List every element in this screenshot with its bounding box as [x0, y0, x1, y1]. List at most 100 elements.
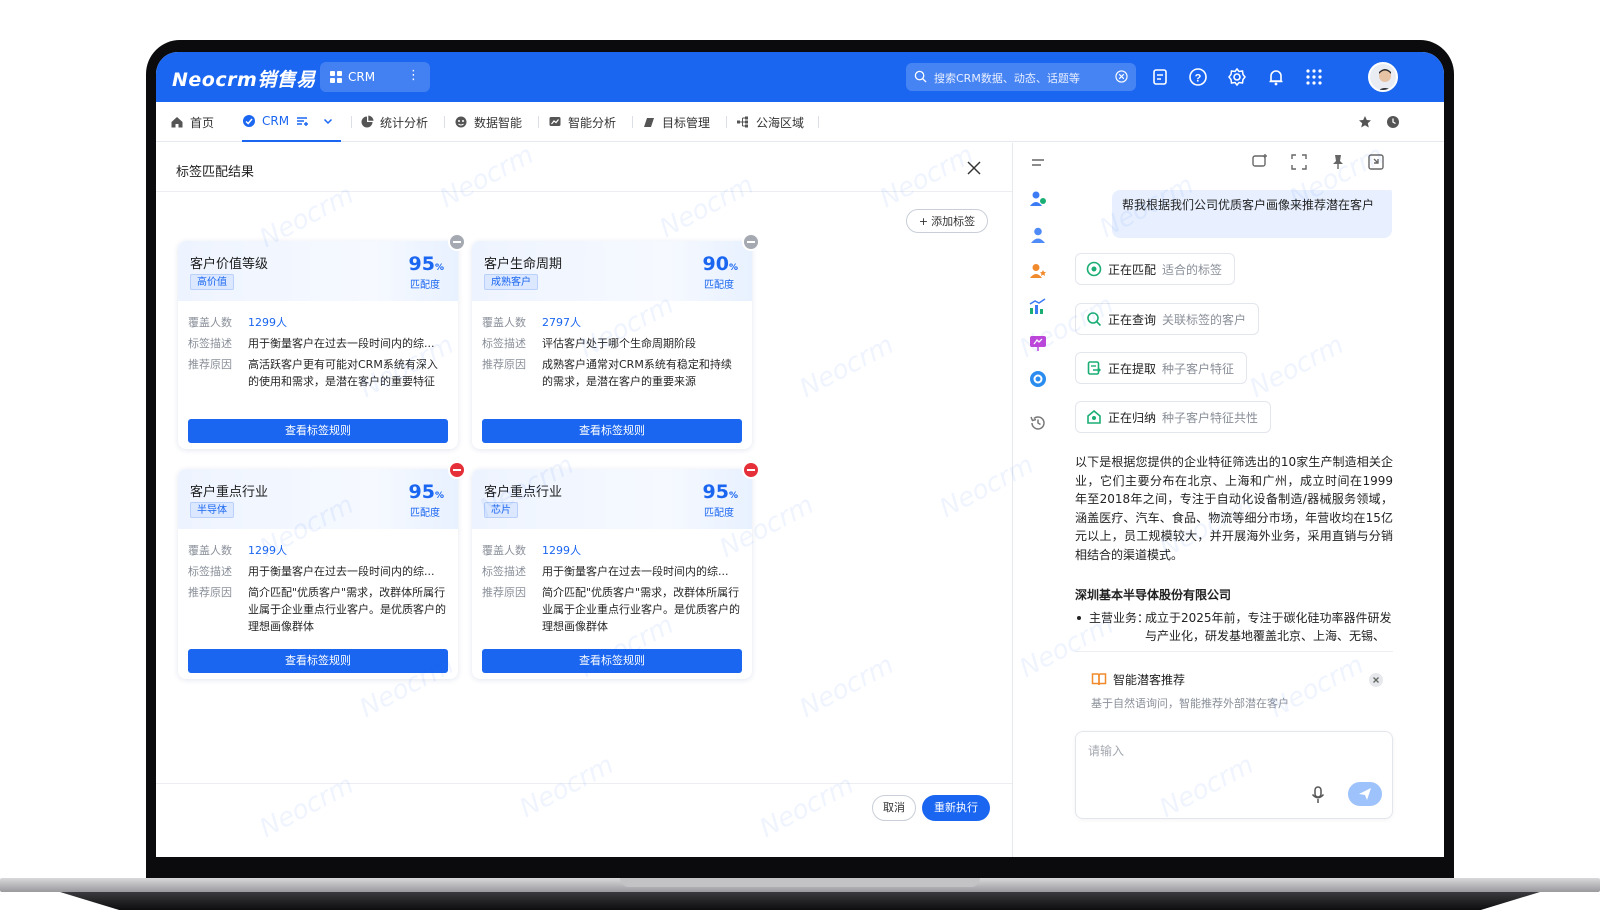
collapse-menu-icon[interactable] — [1028, 153, 1048, 173]
tab-crm[interactable]: CRM — [242, 102, 342, 142]
tab-public-pool[interactable]: 公海区域 — [736, 102, 804, 142]
svg-text:?: ? — [1195, 73, 1202, 85]
field-label: 标签描述 — [188, 565, 232, 578]
chat-input[interactable]: 请输入 — [1075, 731, 1393, 819]
remove-tag-icon[interactable] — [448, 461, 466, 479]
trend-chart-icon[interactable] — [1028, 297, 1048, 317]
rerun-button[interactable]: 重新执行 — [922, 795, 990, 821]
ai-bot-icon[interactable] — [1028, 369, 1048, 389]
divider — [818, 116, 819, 128]
apps-icon[interactable] — [1304, 67, 1324, 87]
send-button[interactable] — [1348, 782, 1382, 806]
star-icon[interactable] — [1358, 115, 1372, 129]
notes-icon[interactable] — [1150, 67, 1170, 87]
panel-title: 标签匹配结果 — [176, 165, 255, 180]
user-avatar[interactable] — [1368, 62, 1398, 92]
chevron-down-icon[interactable] — [321, 114, 335, 128]
tab-label: 公海区域 — [756, 115, 805, 130]
divider — [351, 116, 352, 128]
microphone-icon[interactable] — [1310, 786, 1326, 804]
step-action: 正在查询 — [1108, 312, 1157, 327]
user-icon[interactable] — [1028, 225, 1048, 245]
clock-icon[interactable] — [1386, 115, 1400, 129]
reason-value: 成熟客户通常对CRM系统有稳定和持续的需求，是潜在客户的重要来源 — [542, 358, 732, 388]
history-icon[interactable] — [1028, 413, 1048, 433]
view-rule-button[interactable]: 查看标签规则 — [482, 649, 742, 673]
step-target: 种子客户特征 — [1162, 361, 1235, 376]
view-rule-button[interactable]: 查看标签规则 — [482, 419, 742, 443]
user-group-icon[interactable] — [1028, 189, 1048, 209]
step-extract: 正在提取 种子客户特征 — [1075, 352, 1248, 384]
remove-tag-icon[interactable] — [742, 461, 760, 479]
tab-smart-analysis[interactable]: 智能分析 — [548, 102, 616, 142]
smart-recommend-card[interactable]: 智能潜客推荐 基于自然语询问，智能推荐外部潜在客户 — [1075, 661, 1393, 715]
tab-label: 数据智能 — [474, 115, 523, 130]
settings-icon[interactable] — [1227, 67, 1247, 87]
tab-statistics[interactable]: 统计分析 — [360, 102, 428, 142]
divider — [156, 783, 1012, 784]
tab-home[interactable]: 首页 — [170, 102, 214, 142]
match-label: 匹配度 — [410, 508, 440, 519]
reason-value: 简介匹配"优质客户"需求，改群体所属行业属于企业重点行业客户。是优质客户的理想画… — [248, 586, 446, 633]
clear-icon[interactable] — [1115, 70, 1128, 83]
bell-icon[interactable] — [1266, 67, 1286, 87]
field-label: 推荐原因 — [482, 358, 526, 371]
close-icon[interactable] — [1369, 673, 1383, 687]
remove-tag-icon[interactable] — [742, 233, 760, 251]
company-bullet: 主营业务： 成立于2025年前，专注于碳化硅功率器件研发与产业化，研发基地覆盖北… — [1075, 609, 1393, 645]
analysis-icon — [549, 117, 561, 126]
match-percent: 95% — [408, 481, 444, 503]
match-percent: 95% — [408, 253, 444, 275]
tab-label: 统计分析 — [380, 115, 429, 130]
close-icon[interactable] — [966, 160, 982, 176]
send-icon — [1359, 788, 1371, 800]
pie-chart-icon — [361, 115, 374, 128]
exit-panel-icon[interactable] — [1367, 153, 1385, 171]
recommend-title: 智能潜客推荐 — [1113, 673, 1186, 687]
view-rule-button[interactable]: 查看标签规则 — [188, 419, 448, 443]
tag-card: 客户价值等级 高价值 95% 匹配度 覆盖人数 1299人 标签描述 用于衡量客户在… — [178, 233, 466, 449]
add-tag-button[interactable]: + 添加标签 — [906, 209, 988, 233]
tag-card: 客户生命周期 成熟客户 90% 匹配度 覆盖人数 2797人 标签描述 评估客户处于… — [472, 233, 760, 449]
help-icon[interactable]: ? — [1188, 67, 1208, 87]
laptop-base — [0, 878, 1600, 910]
tag-value-badge: 高价值 — [190, 274, 234, 290]
extract-icon — [1087, 361, 1101, 375]
more-vertical-icon[interactable]: ⋮ — [407, 68, 420, 83]
crm-icon — [243, 115, 255, 127]
global-search[interactable]: 搜索CRM数据、动态、话题等 — [906, 63, 1136, 91]
brain-icon — [455, 116, 467, 128]
remove-tag-icon[interactable] — [448, 233, 466, 251]
user-star-icon[interactable] — [1028, 261, 1048, 281]
tab-data-intelligence[interactable]: 数据智能 — [454, 102, 522, 142]
app-switcher[interactable]: CRM ⋮ — [320, 62, 430, 92]
fullscreen-icon[interactable] — [1290, 153, 1308, 171]
view-rule-button[interactable]: 查看标签规则 — [188, 649, 448, 673]
presentation-icon[interactable] — [1028, 333, 1048, 353]
divider — [1075, 651, 1393, 652]
field-label: 标签描述 — [482, 565, 526, 578]
new-chat-icon[interactable] — [1251, 153, 1269, 171]
step-target: 种子客户特征共性 — [1162, 410, 1259, 425]
match-label: 匹配度 — [704, 508, 734, 519]
pin-icon[interactable] — [1329, 153, 1347, 171]
book-icon — [1091, 673, 1107, 686]
app-switcher-label: CRM — [348, 70, 376, 84]
laptop-frame: Neocrm销售易 CRM ⋮ 搜索CRM数据、动态、话题等 ? 首页 CRM … — [146, 40, 1454, 880]
tree-icon — [737, 116, 748, 128]
step-action: 正在匹配 — [1108, 262, 1157, 277]
filter-list-icon[interactable] — [295, 114, 309, 128]
cancel-button[interactable]: 取消 — [872, 795, 916, 821]
tag-match-panel: 标签匹配结果 + 添加标签 客户价值等级 高价值 95% 匹配度 覆盖人数 129… — [156, 143, 1012, 857]
base-foot — [60, 892, 1540, 910]
desc-value: 用于衡量客户在过去一段时间内的综... — [248, 565, 435, 578]
match-label: 匹配度 — [704, 280, 734, 291]
field-label: 标签描述 — [482, 337, 526, 350]
company-name: 深圳基本半导体股份有限公司 — [1075, 588, 1232, 602]
plus-icon: + — [918, 214, 929, 228]
step-target: 关联标签的客户 — [1162, 312, 1247, 327]
divider — [632, 116, 633, 128]
tag-name: 客户价值等级 — [190, 257, 269, 272]
tab-goal-management[interactable]: 目标管理 — [642, 102, 710, 142]
goal-icon — [644, 118, 654, 127]
